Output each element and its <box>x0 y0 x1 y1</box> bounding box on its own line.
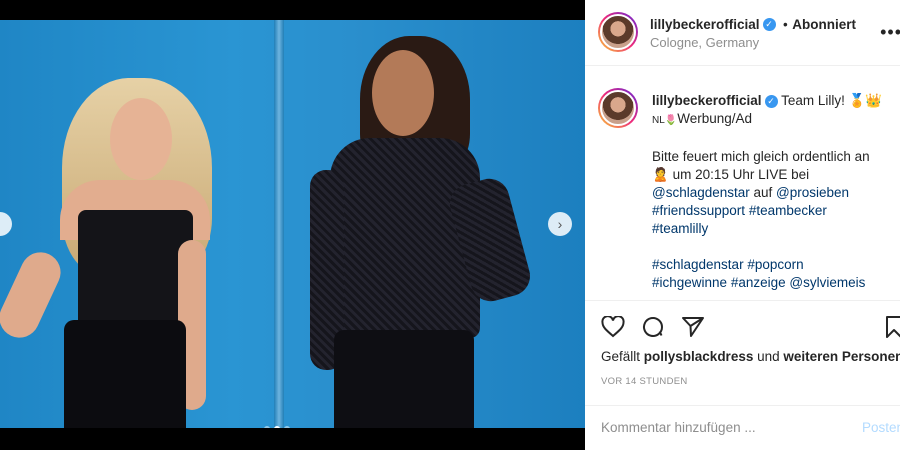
caption-username[interactable]: lillybeckerofficial <box>652 93 762 108</box>
hashtag-link[interactable]: #ichgewinne <box>652 275 727 290</box>
post-timestamp[interactable]: VOR 14 STUNDEN <box>601 376 688 387</box>
likes-prefix: Gefällt <box>601 349 644 364</box>
avatar[interactable] <box>598 12 638 52</box>
carousel-dot <box>264 426 270 428</box>
instagram-post-view: › lillybeckerofficial ✓ • Abonniert Colog… <box>0 0 900 450</box>
post-photo[interactable] <box>0 20 585 428</box>
post-comment-button[interactable]: Posten <box>862 420 900 435</box>
hashtag-link[interactable]: #anzeige <box>731 275 786 290</box>
caption-line-1: Bitte feuert mich gleich ordentlich an <box>652 149 870 164</box>
bookmark-icon[interactable] <box>885 315 900 344</box>
carousel-dot <box>284 426 290 428</box>
caption-connector: auf <box>749 185 777 200</box>
comment-icon[interactable] <box>641 315 665 344</box>
caption-avatar[interactable] <box>598 88 638 128</box>
hashtag-link[interactable]: #teambecker <box>749 203 827 218</box>
separator: • <box>783 17 788 32</box>
likes-middle: und <box>753 349 784 364</box>
next-image-button[interactable]: › <box>548 212 572 236</box>
hashtag-link[interactable]: #schlagdenstar <box>652 257 744 272</box>
post-header: lillybeckerofficial ✓ • Abonniert Cologne… <box>585 0 900 66</box>
mention-link[interactable]: @sylviemeis <box>789 275 865 290</box>
mention-link[interactable]: @prosieben <box>776 185 849 200</box>
comment-input[interactable]: Kommentar hinzufügen ... <box>601 420 756 435</box>
comment-bar: Kommentar hinzufügen ... Posten <box>585 405 900 450</box>
heart-icon[interactable] <box>601 315 625 343</box>
caption-title: Team Lilly! <box>781 93 845 108</box>
post-media: › <box>0 0 585 450</box>
liked-by-user-link[interactable]: pollysblackdress <box>644 349 754 364</box>
post-actions: Gefällt pollysblackdress und weiteren Pe… <box>585 300 900 410</box>
carousel-indicator <box>264 426 290 428</box>
carousel-dot-active <box>274 426 280 428</box>
verified-icon: ✓ <box>762 18 776 32</box>
likes-others-link[interactable]: weiteren Personen <box>783 349 900 364</box>
ad-label: Werbung/Ad <box>677 111 753 126</box>
hashtag-link[interactable]: #friendssupport <box>652 203 745 218</box>
mention-link[interactable]: @schlagdenstar <box>652 185 750 200</box>
caption-line-2: um 20:15 Uhr LIVE bei <box>668 167 810 182</box>
chevron-right-icon: › <box>557 216 563 232</box>
likes-summary: Gefällt pollysblackdress und weiteren Pe… <box>601 349 900 364</box>
share-icon[interactable] <box>681 316 705 343</box>
follow-status-button[interactable]: Abonniert <box>792 17 856 32</box>
location-link[interactable]: Cologne, Germany <box>650 35 759 50</box>
verified-icon: ✓ <box>764 94 778 108</box>
more-icon[interactable]: ••• <box>880 22 900 43</box>
header-username[interactable]: lillybeckerofficial <box>650 17 760 32</box>
post-details-panel: lillybeckerofficial ✓ • Abonniert Cologne… <box>585 0 900 450</box>
post-caption: lillybeckerofficial ✓ Team Lilly! 🏅👑 NL🌷W… <box>652 92 897 292</box>
photo-person-right <box>300 20 540 428</box>
caption-emoji: 🙎 <box>652 167 669 182</box>
hashtag-link[interactable]: #teamlilly <box>652 221 708 236</box>
backdrop-pole <box>274 20 284 428</box>
photo-person-left <box>0 20 230 428</box>
ad-prefix: NL🌷 <box>652 115 678 126</box>
hashtag-link[interactable]: #popcorn <box>747 257 803 272</box>
caption-title-emoji: 🏅👑 <box>848 93 883 108</box>
